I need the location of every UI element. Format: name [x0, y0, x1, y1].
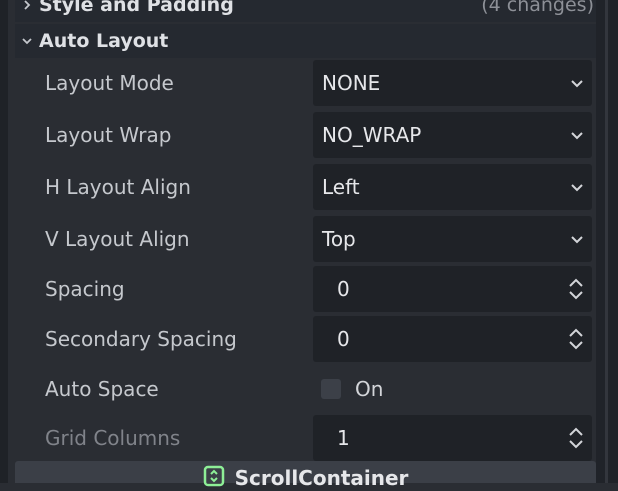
- dropdown-value: Left: [322, 175, 360, 199]
- changes-count: (4 changes): [481, 0, 594, 16]
- section-style-and-padding[interactable]: Style and Padding (4 changes): [15, 0, 596, 22]
- section-auto-layout[interactable]: Auto Layout: [15, 24, 596, 58]
- up-down-arrows-icon[interactable]: [568, 277, 584, 301]
- property-label: Secondary Spacing: [45, 327, 237, 351]
- class-header-scrollcontainer[interactable]: ScrollContainer: [15, 461, 596, 490]
- left-panel-edge: [0, 0, 8, 483]
- property-label: Layout Mode: [45, 71, 174, 95]
- property-secondary-spacing: Secondary Spacing 0: [15, 313, 596, 365]
- v-layout-align-dropdown[interactable]: Top: [313, 216, 592, 262]
- chevron-right-icon: [15, 0, 39, 11]
- spinbox-value[interactable]: 0: [337, 327, 350, 351]
- property-label: Spacing: [45, 277, 125, 301]
- up-down-arrows-icon[interactable]: [568, 327, 584, 351]
- chevron-down-icon: [570, 128, 584, 142]
- chevron-down-icon: [570, 232, 584, 246]
- checkbox-label[interactable]: On: [355, 377, 383, 401]
- scroll-container-node-icon: [203, 465, 225, 491]
- dropdown-value: NONE: [322, 71, 381, 95]
- property-h-layout-align: H Layout Align Left: [15, 161, 596, 213]
- dropdown-value: Top: [322, 227, 356, 251]
- property-label: Auto Space: [45, 377, 159, 401]
- property-auto-space: Auto Space On: [15, 363, 596, 415]
- chevron-down-icon: [15, 35, 39, 47]
- property-spacing: Spacing 0: [15, 263, 596, 315]
- auto-space-checkbox[interactable]: [321, 379, 341, 399]
- property-layout-wrap: Layout Wrap NO_WRAP: [15, 109, 596, 161]
- h-layout-align-dropdown[interactable]: Left: [313, 164, 592, 210]
- property-v-layout-align: V Layout Align Top: [15, 213, 596, 265]
- property-layout-mode: Layout Mode NONE: [15, 57, 596, 109]
- property-label: Grid Columns: [45, 426, 181, 450]
- inspector-scrollbar-handle[interactable]: [605, 0, 608, 483]
- section-title: Style and Padding: [39, 0, 234, 16]
- chevron-down-icon: [570, 76, 584, 90]
- spacing-spinbox[interactable]: 0: [313, 266, 592, 312]
- grid-columns-spinbox[interactable]: 1: [313, 415, 592, 461]
- property-label: H Layout Align: [45, 175, 191, 199]
- inspector-panel: Style and Padding (4 changes) Auto Layou…: [8, 0, 596, 490]
- up-down-arrows-icon[interactable]: [568, 426, 584, 450]
- secondary-spacing-spinbox[interactable]: 0: [313, 316, 592, 362]
- spinbox-value[interactable]: 1: [337, 426, 350, 450]
- chevron-down-icon: [570, 180, 584, 194]
- spinbox-value[interactable]: 0: [337, 277, 350, 301]
- layout-mode-dropdown[interactable]: NONE: [313, 60, 592, 106]
- auto-space-checkbox-control[interactable]: On: [321, 377, 383, 401]
- property-grid-columns: Grid Columns 1: [15, 412, 596, 464]
- section-title: Auto Layout: [39, 30, 169, 52]
- layout-wrap-dropdown[interactable]: NO_WRAP: [313, 112, 592, 158]
- dropdown-value: NO_WRAP: [322, 123, 422, 147]
- property-label: V Layout Align: [45, 227, 190, 251]
- property-label: Layout Wrap: [45, 123, 172, 147]
- class-title: ScrollContainer: [234, 466, 409, 490]
